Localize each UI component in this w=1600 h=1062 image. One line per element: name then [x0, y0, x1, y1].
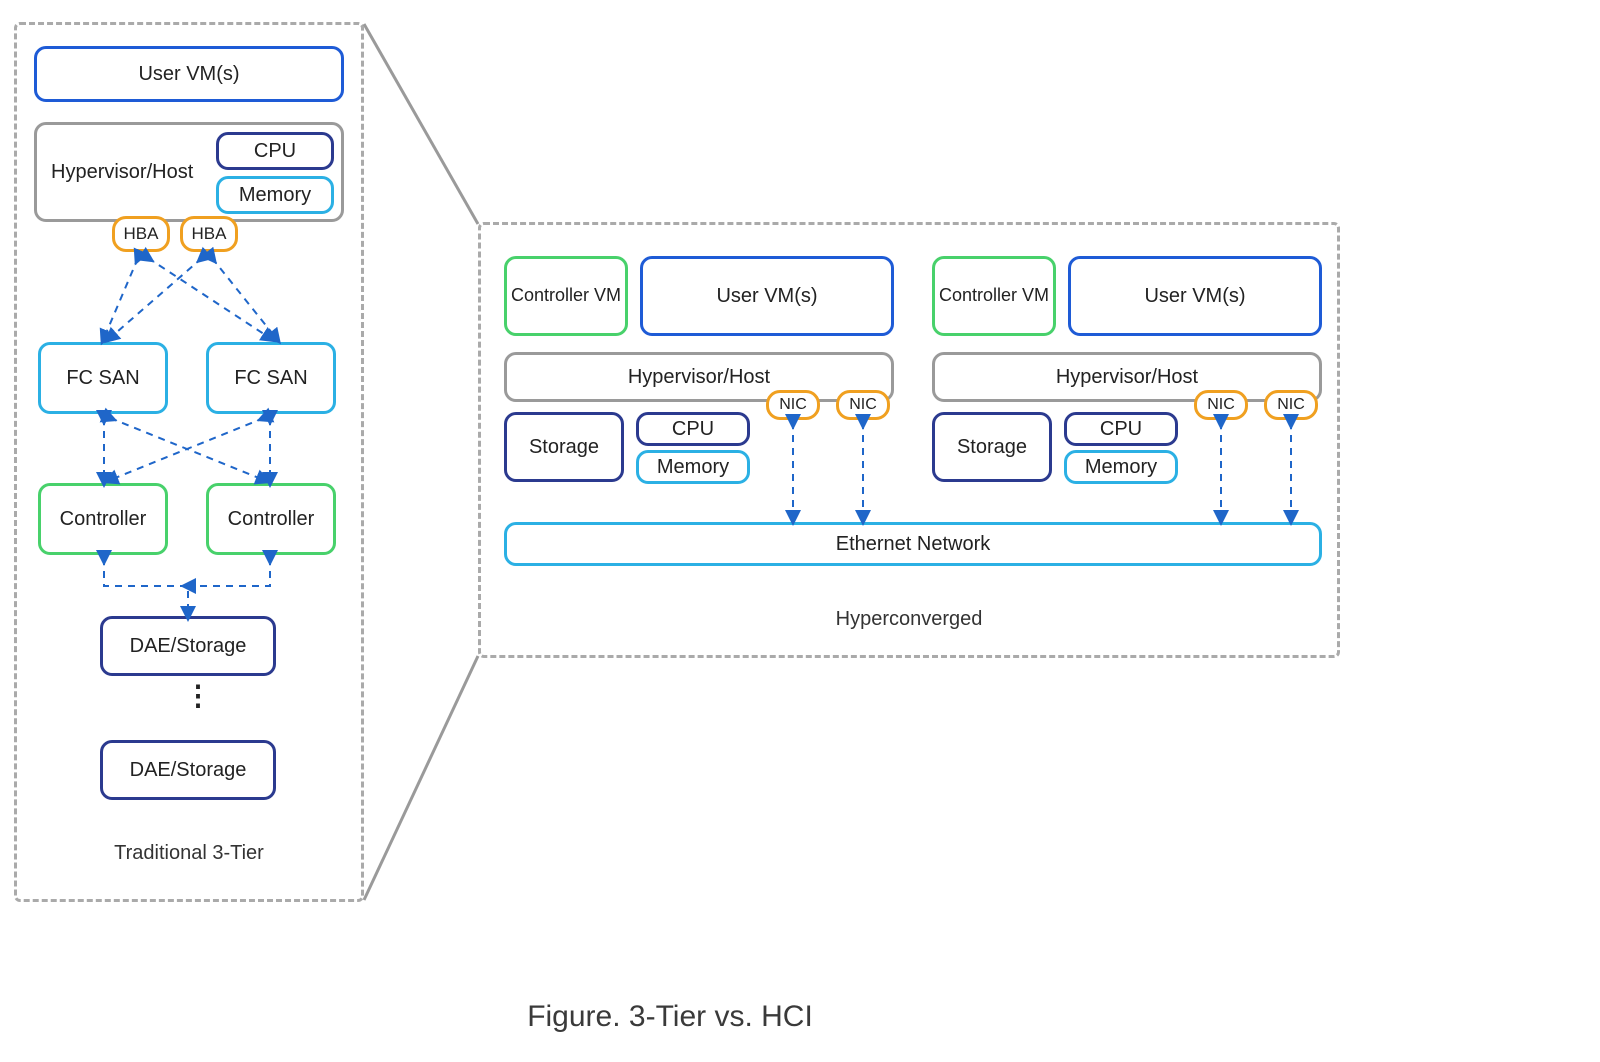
left-dae1: DAE/Storage [100, 616, 276, 676]
hci-n2-memory: Memory [1064, 450, 1178, 484]
hci-n1-nic2: NIC [836, 390, 890, 420]
hci-n1-uservm: User VM(s) [640, 256, 894, 336]
left-dae2: DAE/Storage [100, 740, 276, 800]
left-fcsan2: FC SAN [206, 342, 336, 414]
left-fcsan1: FC SAN [38, 342, 168, 414]
left-memory: Memory [216, 176, 334, 214]
hci-n2-nic1: NIC [1194, 390, 1248, 420]
hci-n1-nic1: NIC [766, 390, 820, 420]
left-hba1: HBA [112, 216, 170, 252]
hci-n2-cvm: Controller VM [932, 256, 1056, 336]
left-ellipsis: ⋮ [184, 692, 214, 700]
figure-caption: Figure. 3-Tier vs. HCI [0, 1000, 1340, 1034]
left-cpu: CPU [216, 132, 334, 170]
hci-n2-hypervisor: Hypervisor/Host [932, 352, 1322, 402]
hci-n1-cvm: Controller VM [504, 256, 628, 336]
left-ctrl2: Controller [206, 483, 336, 555]
hci-n2-storage: Storage [932, 412, 1052, 482]
left-ctrl1: Controller [38, 483, 168, 555]
hci-label: Hyperconverged [478, 608, 1340, 631]
hci-n2-nic2: NIC [1264, 390, 1318, 420]
hci-n1-cpu: CPU [636, 412, 750, 446]
left-user-vm: User VM(s) [34, 46, 344, 102]
hci-n2-cpu: CPU [1064, 412, 1178, 446]
hci-n1-hypervisor: Hypervisor/Host [504, 352, 894, 402]
traditional-label: Traditional 3-Tier [14, 842, 364, 865]
hci-ethernet: Ethernet Network [504, 522, 1322, 566]
hci-n1-memory: Memory [636, 450, 750, 484]
left-hba2: HBA [180, 216, 238, 252]
hci-n2-uservm: User VM(s) [1068, 256, 1322, 336]
hci-n1-storage: Storage [504, 412, 624, 482]
